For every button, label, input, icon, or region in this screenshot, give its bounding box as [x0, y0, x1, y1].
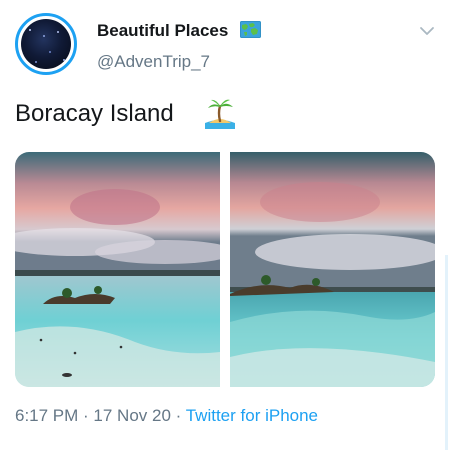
tweet-photo-2[interactable] [230, 152, 435, 387]
user-handle[interactable]: @AdvenTrip_7 [97, 52, 210, 72]
tweet-time[interactable]: 6:17 PM [15, 406, 78, 425]
meta-separator: · [170, 406, 186, 425]
tweet-date[interactable]: 17 Nov 20 [93, 406, 171, 425]
chevron-down-icon[interactable] [418, 24, 436, 38]
world-map-icon [240, 21, 261, 38]
display-name[interactable]: Beautiful Places [97, 21, 228, 41]
tweet-meta: 6:17 PM · 17 Nov 20 · Twitter for iPhone [15, 406, 318, 426]
avatar[interactable] [15, 13, 77, 75]
avatar-image [21, 19, 71, 69]
tweet-text: Boracay Island [15, 100, 174, 127]
desert-island-icon [203, 97, 237, 131]
scrollbar-track[interactable] [445, 255, 448, 450]
tweet-photo-1[interactable] [15, 152, 220, 387]
meta-separator: · [78, 406, 94, 425]
tweet-card[interactable]: Beautiful Places @AdvenTrip_7 Boracay Is… [0, 0, 450, 453]
tweet-source-link[interactable]: Twitter for iPhone [186, 406, 318, 425]
